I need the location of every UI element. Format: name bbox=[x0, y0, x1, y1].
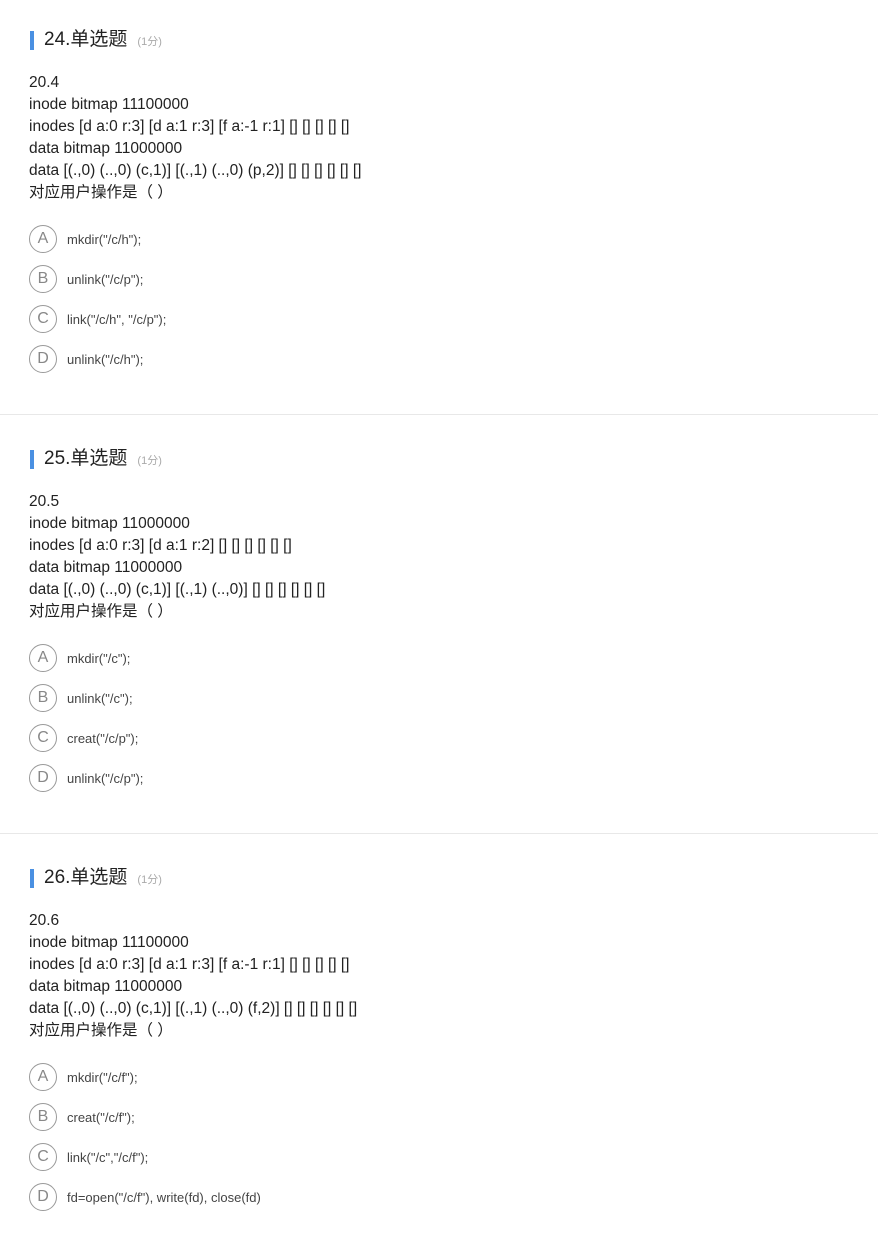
question-score: (1分) bbox=[137, 874, 162, 886]
question-accent-bar bbox=[30, 30, 34, 50]
option-d[interactable]: D unlink("/c/h"); bbox=[29, 344, 166, 374]
option-text[interactable]: link("/c/h", "/c/p"); bbox=[67, 312, 166, 327]
option-list: A mkdir("/c"); B unlink("/c"); C creat("… bbox=[29, 643, 143, 803]
section-divider bbox=[0, 833, 878, 834]
option-list: A mkdir("/c/f"); B creat("/c/f"); C link… bbox=[29, 1062, 261, 1222]
question-accent-bar bbox=[30, 868, 34, 888]
option-letter-circle[interactable]: C bbox=[29, 724, 57, 752]
option-letter-circle[interactable]: B bbox=[29, 1103, 57, 1131]
option-letter-circle[interactable]: D bbox=[29, 345, 57, 373]
option-text[interactable]: mkdir("/c"); bbox=[67, 651, 130, 666]
option-letter-circle[interactable]: B bbox=[29, 265, 57, 293]
stem-line: data bitmap 11000000 bbox=[29, 140, 183, 157]
option-d[interactable]: D fd=open("/c/f"), write(fd), close(fd) bbox=[29, 1182, 261, 1212]
stem-line: 对应用户操作是（ ） bbox=[29, 184, 173, 201]
question-score: (1分) bbox=[137, 455, 162, 467]
option-letter-circle[interactable]: A bbox=[29, 225, 57, 253]
option-d[interactable]: D unlink("/c/p"); bbox=[29, 763, 143, 793]
section-divider bbox=[0, 414, 878, 415]
question-stem: 20.5 inode bitmap 11000000 inodes [d a:0… bbox=[29, 491, 325, 623]
option-b[interactable]: B unlink("/c/p"); bbox=[29, 264, 166, 294]
question-header: 26.单选题 (1分) bbox=[30, 868, 162, 888]
option-a[interactable]: A mkdir("/c/h"); bbox=[29, 224, 166, 254]
option-b[interactable]: B creat("/c/f"); bbox=[29, 1102, 261, 1132]
stem-line: inode bitmap 11000000 bbox=[29, 515, 190, 532]
option-list: A mkdir("/c/h"); B unlink("/c/p"); C lin… bbox=[29, 224, 166, 384]
question-title: 24.单选题 bbox=[44, 29, 128, 50]
option-a[interactable]: A mkdir("/c/f"); bbox=[29, 1062, 261, 1092]
option-text[interactable]: unlink("/c"); bbox=[67, 691, 133, 706]
option-letter-circle[interactable]: A bbox=[29, 1063, 57, 1091]
option-letter-circle[interactable]: A bbox=[29, 644, 57, 672]
option-text[interactable]: fd=open("/c/f"), write(fd), close(fd) bbox=[67, 1190, 261, 1205]
stem-line: data bitmap 11000000 bbox=[29, 978, 183, 995]
option-text[interactable]: mkdir("/c/h"); bbox=[67, 232, 141, 247]
option-letter-circle[interactable]: B bbox=[29, 684, 57, 712]
option-a[interactable]: A mkdir("/c"); bbox=[29, 643, 143, 673]
option-c[interactable]: C link("/c/h", "/c/p"); bbox=[29, 304, 166, 334]
stem-line: 对应用户操作是（ ） bbox=[29, 603, 173, 620]
stem-line: data bitmap 11000000 bbox=[29, 559, 183, 576]
question-header: 25.单选题 (1分) bbox=[30, 449, 162, 469]
option-b[interactable]: B unlink("/c"); bbox=[29, 683, 143, 713]
question-score: (1分) bbox=[137, 36, 162, 48]
question-stem: 20.6 inode bitmap 11100000 inodes [d a:0… bbox=[29, 910, 357, 1042]
option-text[interactable]: creat("/c/p"); bbox=[67, 731, 138, 746]
option-letter-circle[interactable]: D bbox=[29, 764, 57, 792]
stem-line: data [(.,0) (..,0) (c,1)] [(.,1) (..,0) … bbox=[29, 162, 362, 179]
stem-line: 对应用户操作是（ ） bbox=[29, 1022, 173, 1039]
quiz-page: 24.单选题 (1分) 20.4 inode bitmap 11100000 i… bbox=[0, 0, 878, 1235]
option-c[interactable]: C link("/c","/c/f"); bbox=[29, 1142, 261, 1172]
stem-line: 20.5 bbox=[29, 493, 60, 510]
option-letter-circle[interactable]: C bbox=[29, 305, 57, 333]
question-title: 26.单选题 bbox=[44, 867, 128, 888]
option-text[interactable]: unlink("/c/h"); bbox=[67, 352, 143, 367]
stem-line: inodes [d a:0 r:3] [d a:1 r:2] [] [] [] … bbox=[29, 537, 292, 554]
question-title: 25.单选题 bbox=[44, 448, 128, 469]
stem-line: 20.4 bbox=[29, 74, 60, 91]
option-text[interactable]: creat("/c/f"); bbox=[67, 1110, 135, 1125]
question-stem: 20.4 inode bitmap 11100000 inodes [d a:0… bbox=[29, 72, 361, 204]
stem-line: inode bitmap 11100000 bbox=[29, 96, 189, 113]
stem-line: inodes [d a:0 r:3] [d a:1 r:3] [f a:-1 r… bbox=[29, 956, 350, 973]
stem-line: data [(.,0) (..,0) (c,1)] [(.,1) (..,0) … bbox=[29, 1000, 358, 1017]
stem-line: data [(.,0) (..,0) (c,1)] [(.,1) (..,0)]… bbox=[29, 581, 326, 598]
option-text[interactable]: unlink("/c/p"); bbox=[67, 272, 143, 287]
stem-line: 20.6 bbox=[29, 912, 60, 929]
question-header: 24.单选题 (1分) bbox=[30, 30, 162, 50]
option-letter-circle[interactable]: D bbox=[29, 1183, 57, 1211]
stem-line: inodes [d a:0 r:3] [d a:1 r:3] [f a:-1 r… bbox=[29, 118, 350, 135]
stem-line: inode bitmap 11100000 bbox=[29, 934, 189, 951]
option-c[interactable]: C creat("/c/p"); bbox=[29, 723, 143, 753]
option-text[interactable]: link("/c","/c/f"); bbox=[67, 1150, 148, 1165]
question-accent-bar bbox=[30, 449, 34, 469]
option-text[interactable]: unlink("/c/p"); bbox=[67, 771, 143, 786]
option-letter-circle[interactable]: C bbox=[29, 1143, 57, 1171]
option-text[interactable]: mkdir("/c/f"); bbox=[67, 1070, 138, 1085]
